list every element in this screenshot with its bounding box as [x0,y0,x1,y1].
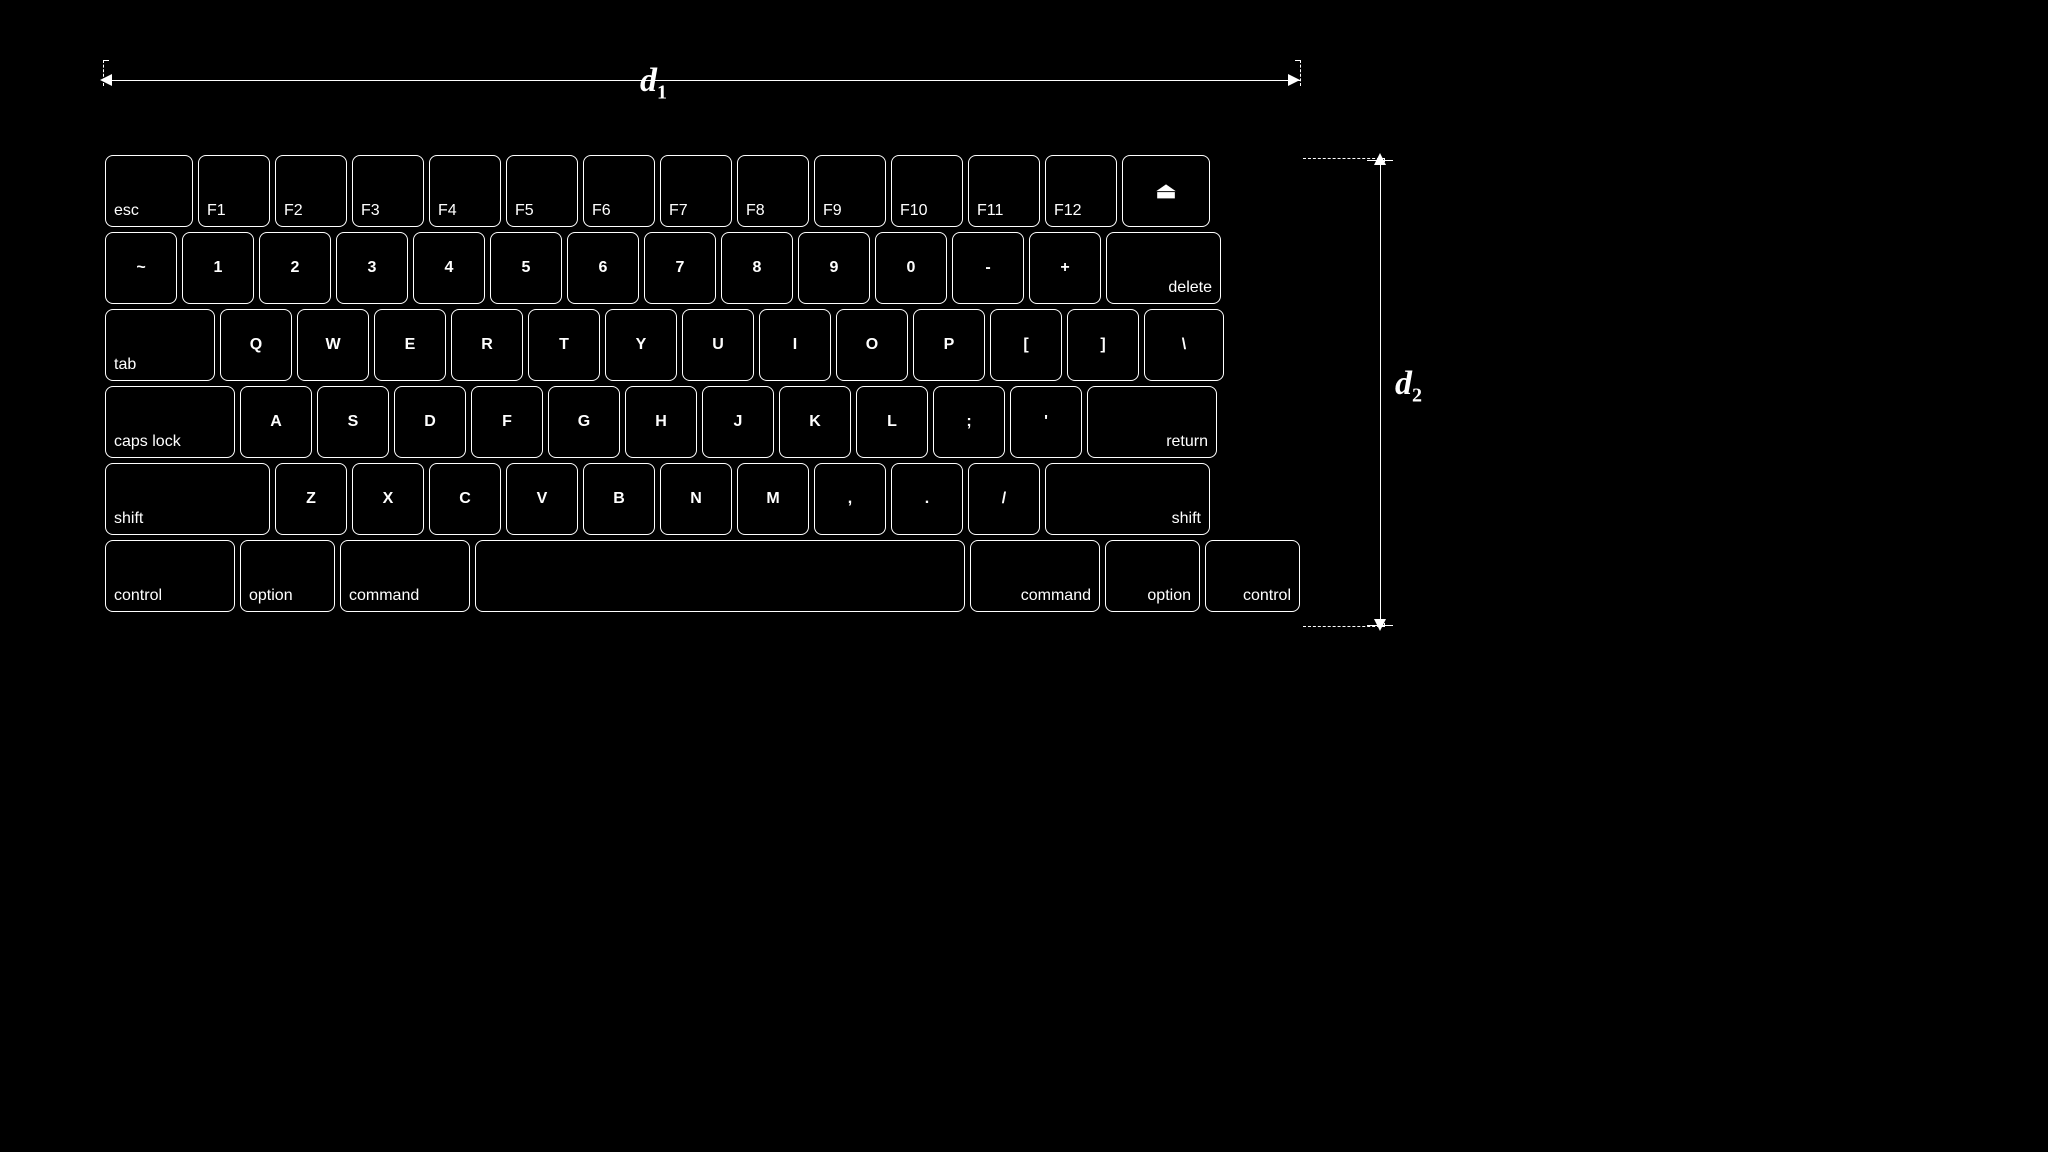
key-f[interactable]: F [471,386,543,458]
key-u[interactable]: U [682,309,754,381]
d2-vertical-line [1380,160,1381,625]
key-option-left[interactable]: option [240,540,335,612]
key-bracket-close[interactable]: ] [1067,309,1139,381]
key-shift-left[interactable]: shift [105,463,270,535]
key-f5[interactable]: F5 [506,155,578,227]
key-f9[interactable]: F9 [814,155,886,227]
key-p[interactable]: P [913,309,985,381]
key-b[interactable]: B [583,463,655,535]
key-1[interactable]: 1 [182,232,254,304]
key-t[interactable]: T [528,309,600,381]
number-row: ~ 1 2 3 4 5 6 7 8 9 0 - + delete [105,232,1300,304]
key-2[interactable]: 2 [259,232,331,304]
zxcv-row: shift Z X C V B N M , . / shift [105,463,1300,535]
key-quote[interactable]: ' [1010,386,1082,458]
key-h[interactable]: H [625,386,697,458]
d1-label: d1 [640,62,667,104]
key-a[interactable]: A [240,386,312,458]
key-bracket-open[interactable]: [ [990,309,1062,381]
key-shift-right[interactable]: shift [1045,463,1210,535]
key-j[interactable]: J [702,386,774,458]
d1-arrow-right [1288,74,1300,86]
key-semicolon[interactable]: ; [933,386,1005,458]
key-l[interactable]: L [856,386,928,458]
key-9[interactable]: 9 [798,232,870,304]
key-6[interactable]: 6 [567,232,639,304]
d1-horizontal-line [105,80,1300,81]
key-f7[interactable]: F7 [660,155,732,227]
key-s[interactable]: S [317,386,389,458]
key-z[interactable]: Z [275,463,347,535]
key-plus[interactable]: + [1029,232,1101,304]
key-m[interactable]: M [737,463,809,535]
key-4[interactable]: 4 [413,232,485,304]
key-0[interactable]: 0 [875,232,947,304]
key-e[interactable]: E [374,309,446,381]
key-f2[interactable]: F2 [275,155,347,227]
key-f12[interactable]: F12 [1045,155,1117,227]
qwerty-row: tab Q W E R T Y U I O P [ ] \ [105,309,1300,381]
key-w[interactable]: W [297,309,369,381]
key-delete[interactable]: delete [1106,232,1221,304]
key-command-right[interactable]: command [970,540,1100,612]
key-caps-lock[interactable]: caps lock [105,386,235,458]
key-option-right[interactable]: option [1105,540,1200,612]
key-backslash[interactable]: \ [1144,309,1224,381]
key-f8[interactable]: F8 [737,155,809,227]
key-tilde[interactable]: ~ [105,232,177,304]
key-i[interactable]: I [759,309,831,381]
key-o[interactable]: O [836,309,908,381]
key-f4[interactable]: F4 [429,155,501,227]
key-n[interactable]: N [660,463,732,535]
key-f11[interactable]: F11 [968,155,1040,227]
key-r[interactable]: R [451,309,523,381]
key-tab[interactable]: tab [105,309,215,381]
key-control-left[interactable]: control [105,540,235,612]
key-q[interactable]: Q [220,309,292,381]
key-7[interactable]: 7 [644,232,716,304]
key-space[interactable] [475,540,965,612]
d2-label: d2 [1395,365,1422,407]
key-8[interactable]: 8 [721,232,793,304]
keyboard: esc F1 F2 F3 F4 F5 F6 F7 F8 F9 F10 F11 F… [105,155,1300,617]
key-f6[interactable]: F6 [583,155,655,227]
key-f1[interactable]: F1 [198,155,270,227]
key-5[interactable]: 5 [490,232,562,304]
key-minus[interactable]: - [952,232,1024,304]
function-row: esc F1 F2 F3 F4 F5 F6 F7 F8 F9 F10 F11 F… [105,155,1300,227]
key-x[interactable]: X [352,463,424,535]
d1-arrow-left [100,74,112,86]
key-k[interactable]: K [779,386,851,458]
key-comma[interactable]: , [814,463,886,535]
d2-arrow-up [1374,153,1386,165]
key-command-left[interactable]: command [340,540,470,612]
key-v[interactable]: V [506,463,578,535]
d2-arrow-down [1374,619,1386,631]
key-3[interactable]: 3 [336,232,408,304]
asdf-row: caps lock A S D F G H J K L ; ' return [105,386,1300,458]
key-f3[interactable]: F3 [352,155,424,227]
key-eject[interactable]: ⏏ [1122,155,1210,227]
key-g[interactable]: G [548,386,620,458]
bottom-row: control option command command option co… [105,540,1300,612]
key-f10[interactable]: F10 [891,155,963,227]
key-y[interactable]: Y [605,309,677,381]
key-period[interactable]: . [891,463,963,535]
key-control-right[interactable]: control [1205,540,1300,612]
key-esc[interactable]: esc [105,155,193,227]
key-slash[interactable]: / [968,463,1040,535]
key-return[interactable]: return [1087,386,1217,458]
key-c[interactable]: C [429,463,501,535]
key-d[interactable]: D [394,386,466,458]
